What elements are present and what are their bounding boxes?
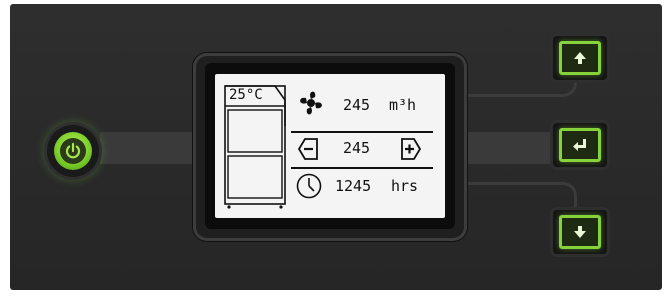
airflow-value: 245: [343, 96, 371, 114]
temperature-label: 25°C: [229, 87, 263, 103]
right-bar: [466, 132, 556, 164]
enter-key: [559, 128, 601, 162]
hours-value: 1245: [335, 177, 372, 195]
hours-unit: hrs: [391, 177, 419, 195]
lcd-display: 25°C 245 m³h 245 1245 hrs: [215, 74, 445, 218]
setpoint-value: 245: [343, 139, 371, 157]
up-key: [559, 41, 601, 75]
up-button[interactable]: [553, 36, 607, 80]
airflow-unit: m³h: [389, 96, 417, 114]
enter-button[interactable]: [553, 123, 607, 167]
down-key: [559, 215, 601, 249]
power-icon: [60, 138, 86, 164]
enter-return-icon: [573, 139, 586, 151]
down-button[interactable]: [553, 210, 607, 254]
left-bar: [100, 132, 206, 164]
arrow-down-icon: [574, 226, 586, 238]
clock-icon: [296, 173, 322, 199]
increase-icon: [401, 138, 422, 160]
power-button-ring: [54, 132, 92, 170]
fan-icon: [300, 91, 322, 115]
arrow-up-icon: [574, 52, 586, 64]
decrease-icon: [297, 138, 318, 160]
power-button[interactable]: [47, 125, 99, 177]
